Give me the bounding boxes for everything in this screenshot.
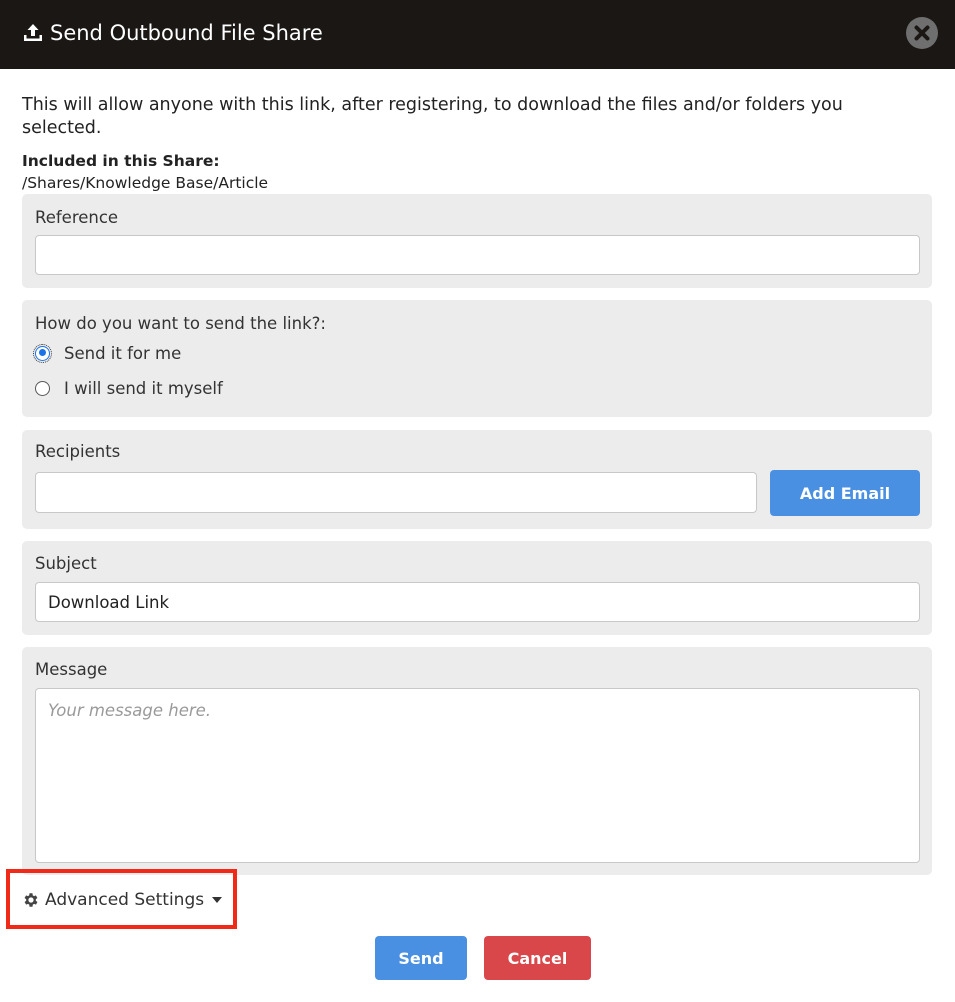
close-button[interactable] [906, 17, 938, 49]
caret-down-icon [212, 897, 223, 903]
subject-label: Subject [35, 554, 97, 573]
advanced-settings-label: Advanced Settings [45, 890, 205, 910]
message-panel: Message [22, 647, 932, 875]
send-method-question: How do you want to send the link?: [35, 314, 326, 333]
message-label: Message [35, 660, 108, 679]
advanced-settings-highlight: Advanced Settings [6, 869, 237, 929]
subject-input[interactable] [35, 582, 920, 622]
reference-input[interactable] [35, 235, 920, 275]
recipients-input[interactable] [35, 472, 757, 513]
close-icon [914, 25, 930, 41]
intro-text: This will allow anyone with this link, a… [22, 95, 843, 138]
radio-label: Send it for me [64, 343, 182, 363]
reference-panel: Reference [22, 194, 932, 288]
radio-button[interactable] [35, 380, 50, 396]
dialog-titlebar: Send Outbound File Share [0, 0, 955, 69]
radio-label: I will send it myself [64, 378, 223, 398]
message-textarea[interactable] [35, 688, 920, 863]
included-path: /Shares/Knowledge Base/Article [22, 174, 269, 192]
send-button[interactable]: Send [375, 936, 467, 980]
recipients-panel: Recipients Add Email [22, 430, 932, 529]
advanced-settings-toggle[interactable]: Advanced Settings [22, 890, 223, 910]
subject-panel: Subject [22, 541, 932, 635]
radio-send-myself[interactable]: I will send it myself [35, 377, 223, 399]
add-email-button[interactable]: Add Email [770, 470, 920, 516]
radio-send-it-for-me[interactable]: Send it for me [33, 342, 182, 364]
send-method-panel: How do you want to send the link?: Send … [22, 300, 932, 417]
recipients-label: Recipients [35, 442, 121, 461]
gear-icon [24, 893, 38, 907]
dialog-title: Send Outbound File Share [50, 21, 323, 45]
included-label: Included in this Share: [22, 152, 220, 170]
radio-button-selected[interactable] [33, 343, 52, 363]
cancel-button[interactable]: Cancel [484, 936, 591, 980]
reference-label: Reference [35, 208, 119, 227]
upload-icon [24, 24, 42, 41]
